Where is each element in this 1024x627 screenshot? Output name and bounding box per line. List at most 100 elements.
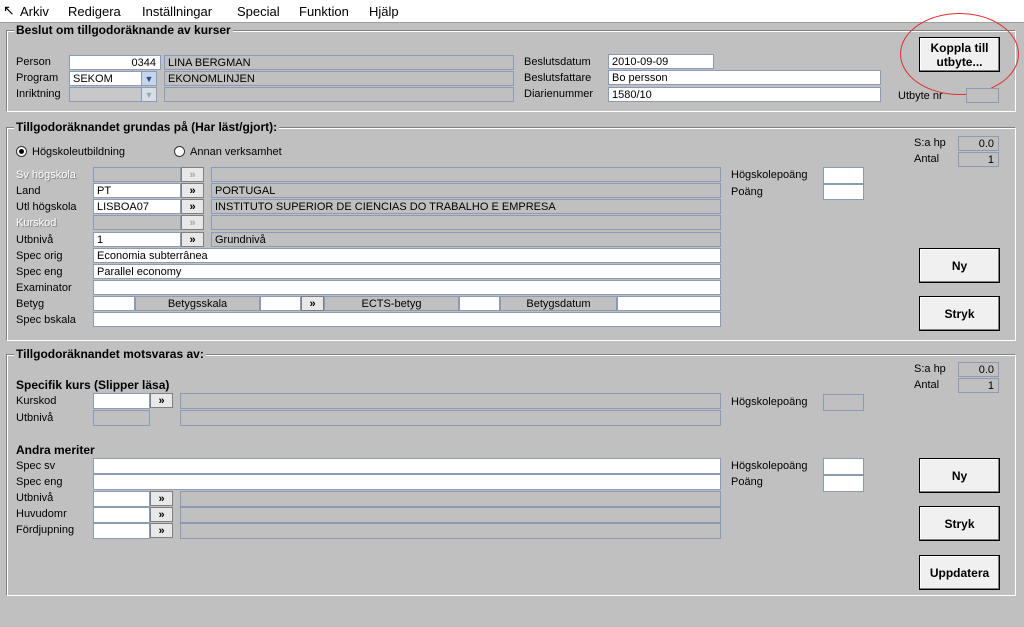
- betygsskala-field[interactable]: [260, 296, 301, 311]
- utbniva-field[interactable]: 1: [93, 232, 181, 247]
- radio-annan-label: Annan verksamhet: [190, 146, 282, 158]
- utl-hogskola-label: Utl högskola: [16, 201, 77, 213]
- ects-label: ECTS-betyg: [324, 296, 459, 311]
- inriktning-label: Inriktning: [16, 88, 61, 100]
- utl-hogskola-field[interactable]: LISBOA07: [93, 199, 181, 214]
- land-name-field: PORTUGAL: [211, 183, 721, 198]
- sv-hogskola-field: [93, 167, 181, 182]
- sv-hogskola-label: Sv högskola: [16, 169, 76, 181]
- huvudomr-field[interactable]: [93, 507, 150, 523]
- specifik-kurskod-lookup-button[interactable]: »: [150, 393, 173, 408]
- andra-utbniva-label: Utbnivå: [16, 492, 54, 504]
- hogskolepoang-field[interactable]: [823, 167, 864, 184]
- stryk-button[interactable]: Stryk: [919, 296, 1000, 331]
- specifik-hogskolepoang-label: Högskolepoäng: [731, 396, 808, 408]
- menu-funktion[interactable]: Funktion: [299, 4, 349, 19]
- andra-hogskolepoang-field[interactable]: [823, 458, 864, 475]
- andra-spec-eng-field[interactable]: [93, 474, 721, 490]
- ects-field[interactable]: [459, 296, 500, 311]
- spec-eng-field[interactable]: Parallel economy: [93, 264, 721, 279]
- program-select[interactable]: SEKOM: [69, 71, 145, 86]
- menu-special[interactable]: Special: [237, 4, 280, 19]
- spec-orig-label: Spec orig: [16, 250, 63, 262]
- menu-redigera[interactable]: Redigera: [68, 4, 121, 19]
- sahp-label: S:a hp: [914, 137, 946, 149]
- beslutsdatum-field[interactable]: 2010-09-09: [608, 54, 714, 69]
- specifik-utbniva-field: [93, 410, 150, 426]
- grundas-title: Tillgodoräknandet grundas på (Har läst/g…: [14, 120, 280, 134]
- specifik-kurs-name-field: [180, 393, 721, 409]
- program-name-field: EKONOMLINJEN: [164, 71, 514, 86]
- betygsskala-label: Betygsskala: [135, 296, 260, 311]
- land-label: Land: [16, 185, 41, 197]
- andra-hogskolepoang-label: Högskolepoäng: [731, 460, 808, 472]
- fordjupning-field[interactable]: [93, 523, 150, 539]
- poang-label: Poäng: [731, 186, 763, 198]
- beslutsfattare-label: Beslutsfattare: [524, 72, 592, 84]
- land-field[interactable]: PT: [93, 183, 181, 198]
- motsvaras-title: Tillgodoräknandet motsvaras av:: [14, 347, 206, 361]
- fordjupning-lookup-button[interactable]: »: [150, 523, 173, 538]
- diarienummer-field[interactable]: 1580/10: [608, 87, 881, 102]
- betygsdatum-field[interactable]: [617, 296, 721, 311]
- beslutsdatum-label: Beslutsdatum: [524, 56, 591, 68]
- andra-poang-field[interactable]: [823, 475, 864, 492]
- specifik-kurskod-field[interactable]: [93, 393, 150, 409]
- antal-field: 1: [958, 152, 999, 167]
- specifik-utbniva-name-field: [180, 410, 721, 426]
- huvudomr-name-field: [180, 507, 721, 523]
- fordjupning-label: Fördjupning: [16, 524, 75, 536]
- kurskod-label: Kurskod: [16, 217, 57, 229]
- utbniva-name-field: Grundnivå: [211, 232, 721, 247]
- ny-button[interactable]: Ny: [919, 248, 1000, 283]
- person-name-field: LINA BERGMAN: [164, 55, 514, 70]
- sv-hogskola-name-field: [211, 167, 721, 182]
- utbniva-lookup-button[interactable]: »: [181, 232, 204, 247]
- program-chevron-down-icon[interactable]: ▼: [141, 71, 157, 86]
- radio-hogskoleutbildning[interactable]: [16, 146, 27, 157]
- land-lookup-button[interactable]: »: [181, 183, 204, 198]
- huvudomr-lookup-button[interactable]: »: [150, 507, 173, 522]
- utl-hogskola-lookup-button[interactable]: »: [181, 199, 204, 214]
- motsvaras-sahp-field: 0.0: [958, 362, 999, 377]
- specifik-utbniva-label: Utbnivå: [16, 412, 54, 424]
- utbyte-nr-label: Utbyte nr: [898, 90, 943, 102]
- hogskolepoang-label: Högskolepoäng: [731, 169, 808, 181]
- spec-bskala-field[interactable]: [93, 312, 721, 327]
- spec-sv-field[interactable]: [93, 458, 721, 474]
- andra-utbniva-name-field: [180, 491, 721, 507]
- sahp-field: 0.0: [958, 136, 999, 151]
- radio-annan-verksamhet[interactable]: [174, 146, 185, 157]
- motsvaras-antal-label: Antal: [914, 379, 940, 391]
- inriktning-name-field: [164, 87, 514, 102]
- antal-label: Antal: [914, 153, 940, 165]
- kurskod-name-field: [211, 215, 721, 230]
- fordjupning-name-field: [180, 523, 721, 539]
- uppdatera-button[interactable]: Uppdatera: [919, 555, 1000, 590]
- betygsskala-lookup-button[interactable]: »: [301, 296, 324, 311]
- andra-utbniva-field[interactable]: [93, 491, 150, 507]
- examinator-field[interactable]: [93, 280, 721, 295]
- menu-hjalp[interactable]: Hjälp: [369, 4, 399, 19]
- motsvaras-sahp-label: S:a hp: [914, 363, 946, 375]
- person-id-field[interactable]: 0344: [69, 55, 161, 70]
- cursor-icon: ↖: [3, 2, 15, 18]
- betyg-field[interactable]: [93, 296, 135, 311]
- menu-arkiv[interactable]: Arkiv: [20, 4, 49, 19]
- spec-orig-field[interactable]: Economia subterrânea: [93, 248, 721, 263]
- andra-utbniva-lookup-button[interactable]: »: [150, 491, 173, 506]
- andra-spec-eng-label: Spec eng: [16, 476, 63, 488]
- motsvaras-antal-field: 1: [958, 378, 999, 393]
- person-label: Person: [16, 56, 51, 68]
- motsvaras-stryk-button[interactable]: Stryk: [919, 506, 1000, 541]
- spec-bskala-label: Spec bskala: [16, 314, 76, 326]
- inriktning-chevron-down-icon: ▼: [141, 87, 157, 102]
- menu-installningar[interactable]: Inställningar: [142, 4, 212, 19]
- andra-meriter-title: Andra meriter: [16, 443, 95, 457]
- motsvaras-ny-button[interactable]: Ny: [919, 458, 1000, 493]
- beslutsfattare-field[interactable]: Bo persson: [608, 70, 881, 85]
- diarienummer-label: Diarienummer: [524, 88, 594, 100]
- spec-eng-label: Spec eng: [16, 266, 63, 278]
- andra-poang-label: Poäng: [731, 476, 763, 488]
- poang-field[interactable]: [823, 184, 864, 200]
